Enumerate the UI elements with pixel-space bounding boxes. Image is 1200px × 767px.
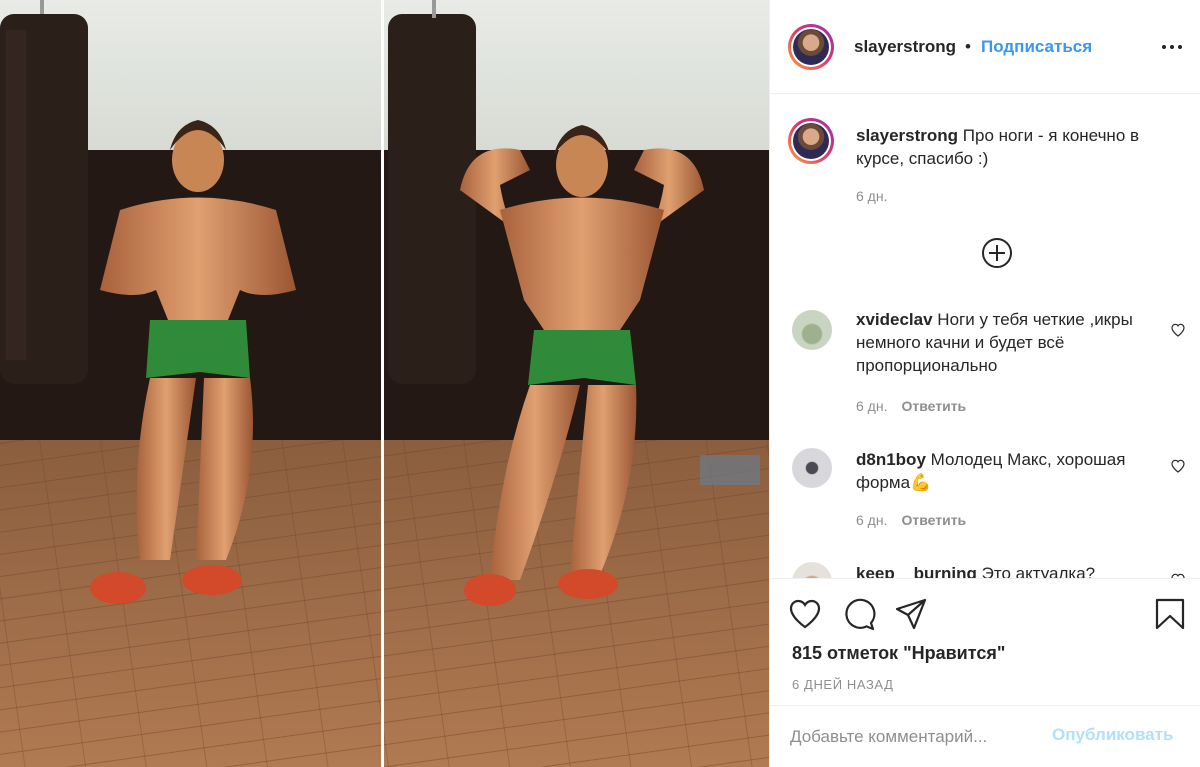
comment-username[interactable]: keep__burning — [856, 564, 977, 578]
photo-collage-image — [0, 0, 769, 767]
caption-avatar[interactable] — [788, 118, 834, 164]
likes-count[interactable]: 815 отметок "Нравится" — [792, 643, 1005, 664]
comment-text: xvideclav Ноги у тебя четкие ,икры немно… — [856, 308, 1161, 377]
comment-text: keep__burning Это актуалка? — [856, 562, 1161, 578]
comment-meta: 6 дн. Ответить — [856, 512, 966, 528]
author-avatar[interactable] — [788, 24, 834, 70]
post-date[interactable]: 6 ДНЕЙ НАЗАД — [792, 677, 894, 692]
comments-list[interactable]: slayerstrong Про ноги - я конечно в курс… — [770, 94, 1200, 578]
commenter-avatar[interactable] — [792, 562, 832, 578]
commenter-avatar[interactable] — [792, 310, 832, 350]
plus-circle-icon[interactable] — [980, 236, 1014, 270]
bookmark-icon[interactable] — [1153, 597, 1187, 631]
reply-button[interactable]: Ответить — [901, 512, 966, 528]
post-sidebar: slayerstrong • Подписаться slayerstrong … — [769, 0, 1200, 767]
commenter-avatar[interactable] — [792, 448, 832, 488]
comment-icon[interactable] — [842, 597, 876, 631]
right-photo — [384, 0, 769, 767]
heart-icon[interactable] — [1170, 458, 1186, 474]
post-actions: 815 отметок "Нравится" 6 ДНЕЙ НАЗАД — [770, 578, 1200, 705]
separator-dot: • — [965, 37, 971, 56]
comment-meta: 6 дн. Ответить — [856, 398, 966, 414]
comment-time[interactable]: 6 дн. — [856, 512, 887, 528]
author-username[interactable]: slayerstrong — [854, 37, 956, 57]
post-photo[interactable] — [0, 0, 769, 767]
caption-time[interactable]: 6 дн. — [856, 188, 887, 204]
follow-button[interactable]: Подписаться — [981, 37, 1092, 57]
comment-input[interactable] — [790, 724, 1040, 750]
paper-plane-icon[interactable] — [894, 597, 928, 631]
comment-body: Это актуалка? — [981, 564, 1096, 578]
heart-icon[interactable] — [788, 597, 822, 631]
publish-button[interactable]: Опубликовать — [1052, 725, 1173, 745]
caption-username[interactable]: slayerstrong — [856, 126, 958, 145]
comment-username[interactable]: xvideclav — [856, 310, 933, 329]
comment-time[interactable]: 6 дн. — [856, 398, 887, 414]
caption-meta: 6 дн. — [856, 188, 887, 204]
left-photo — [0, 0, 382, 767]
more-horizontal-icon[interactable] — [1162, 45, 1184, 51]
reply-button[interactable]: Ответить — [901, 398, 966, 414]
comment-username[interactable]: d8n1boy — [856, 450, 926, 469]
post-header: slayerstrong • Подписаться — [770, 0, 1200, 94]
caption-text: slayerstrong Про ноги - я конечно в курс… — [856, 124, 1161, 170]
comment-text: d8n1boy Молодец Макс, хорошая форма💪 — [856, 448, 1161, 494]
add-comment-bar: Опубликовать — [770, 705, 1200, 767]
heart-icon[interactable] — [1170, 322, 1186, 338]
